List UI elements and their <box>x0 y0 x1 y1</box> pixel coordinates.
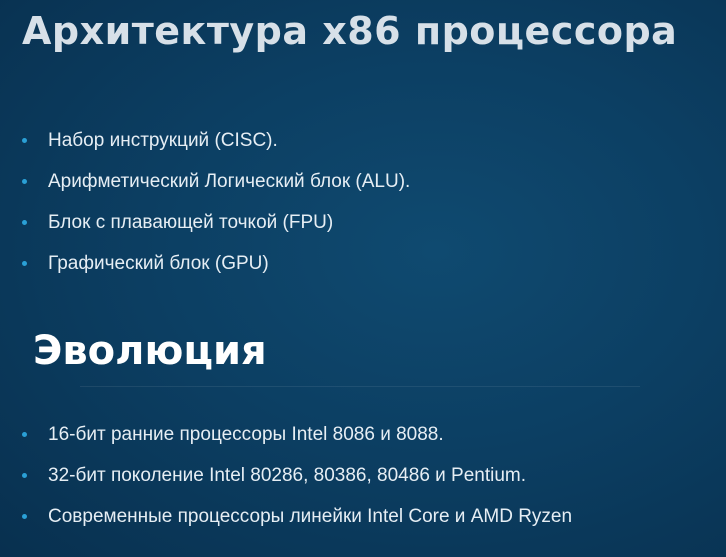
bullet-icon <box>22 220 27 225</box>
list-item: Графический блок (GPU) <box>22 243 410 284</box>
evolution-list: 16-бит ранние процессоры Intel 8086 и 80… <box>22 414 572 537</box>
bullet-icon <box>22 179 27 184</box>
bullet-icon <box>22 138 27 143</box>
list-item-text: Блок с плавающей точкой (FPU) <box>48 211 334 233</box>
bullet-icon <box>22 514 27 519</box>
list-item-text: Набор инструкций (CISC). <box>48 129 278 151</box>
list-item: Современные процессоры линейки Intel Cor… <box>22 496 572 537</box>
list-item: 32-бит поколение Intel 80286, 80386, 804… <box>22 455 572 496</box>
list-item-text: Современные процессоры линейки Intel Cor… <box>48 505 573 527</box>
bullet-icon <box>22 473 27 478</box>
list-item: Блок с плавающей точкой (FPU) <box>22 202 410 243</box>
presentation-slide: Архитектура x86 процессора Набор инструк… <box>0 0 726 557</box>
divider <box>80 386 640 387</box>
list-item-text: Арифметический Логический блок (ALU). <box>48 170 411 192</box>
list-item: Набор инструкций (CISC). <box>22 120 410 161</box>
architecture-list: Набор инструкций (CISC). Арифметический … <box>22 120 410 284</box>
bullet-icon <box>22 432 27 437</box>
list-item-text: Графический блок (GPU) <box>48 252 269 274</box>
evolution-heading: Эволюция <box>33 328 267 374</box>
list-item-text: 16-бит ранние процессоры Intel 8086 и 80… <box>48 423 444 445</box>
list-item-text: 32-бит поколение Intel 80286, 80386, 804… <box>48 464 527 486</box>
list-item: Арифметический Логический блок (ALU). <box>22 161 410 202</box>
slide-title: Архитектура x86 процессора <box>22 9 678 53</box>
bullet-icon <box>22 261 27 266</box>
list-item: 16-бит ранние процессоры Intel 8086 и 80… <box>22 414 572 455</box>
